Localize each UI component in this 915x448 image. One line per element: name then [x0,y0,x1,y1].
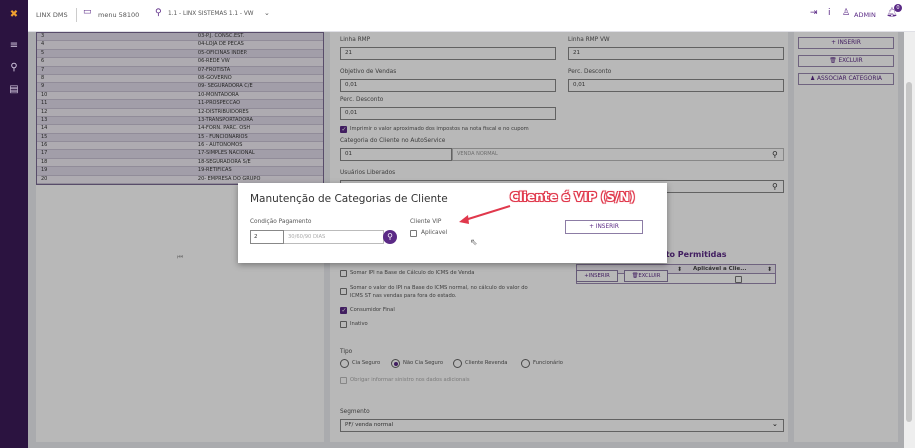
document-icon[interactable]: ▤ [8,84,20,96]
search-icon[interactable]: ⚲ [8,62,20,74]
info-icon[interactable]: ⅰ [828,8,831,18]
exit-icon[interactable]: ⇥ [810,8,818,18]
menu-icon[interactable]: ≡ [8,40,20,52]
cliente-vip-label: Cliente VIP [410,219,442,225]
branch-selector[interactable]: 1.1 - LINX SISTEMAS 1.1 - VW [168,11,254,17]
scrollbar-thumb[interactable] [906,82,912,422]
chevron-down-icon[interactable]: ⌄ [264,9,270,17]
modal-title: Manutenção de Categorias de Cliente [250,193,448,205]
left-rail: ✖ ≡ ⚲ ▤ [0,0,28,448]
condicao-pagamento-desc: 30/60/90 DIAS [284,230,384,244]
user-name[interactable]: ADMIN [854,11,876,19]
condicao-pagamento-label: Condição Pagamento [250,219,312,225]
annotation-arrow [459,205,511,224]
user-icon[interactable]: ♙ [842,8,850,18]
app-name[interactable]: LINX DMS [36,11,68,19]
condicao-pagamento-code-input[interactable]: 2 [250,230,284,244]
aplicavel-label: Aplicavel [421,230,448,236]
location-pin-icon: ⚲ [155,8,162,18]
top-bar: LINX DMS ▭ menu 58100 ⚲ 1.1 - LINX SISTE… [28,0,915,32]
aplicavel-checkbox[interactable] [410,230,417,237]
page-scrollbar[interactable] [904,32,915,448]
monitor-icon: ▭ [83,7,92,17]
notification-badge: 0 [894,4,902,12]
mouse-cursor-icon: ⇖ [470,238,478,248]
divider [76,8,77,22]
modal-inserir-button[interactable]: + INSERIR [565,220,643,234]
linx-logo-icon[interactable]: ✖ [8,9,20,21]
condicao-search-icon[interactable]: ⚲ [383,230,397,244]
annotation-label: Cliente é VIP (S/N) [510,190,635,204]
menu-code[interactable]: menu 58100 [98,11,139,19]
